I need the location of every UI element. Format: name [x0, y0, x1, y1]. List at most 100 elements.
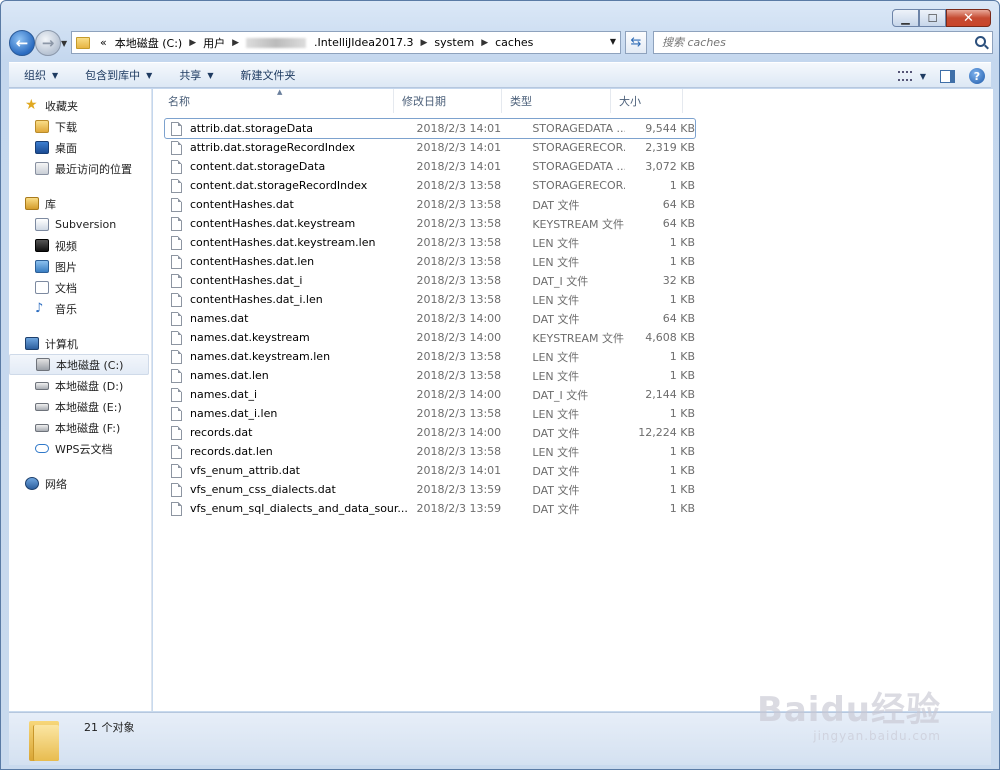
sidebar-item-drive-c[interactable]: 本地磁盘 (C:): [9, 354, 149, 375]
chevron-down-icon[interactable]: ▼: [920, 72, 926, 81]
breadcrumb-redacted-user[interactable]: [246, 37, 307, 48]
file-size: 3,072 KB: [645, 160, 695, 173]
preview-pane-icon[interactable]: [940, 69, 955, 83]
refresh-icon[interactable]: ⇆: [625, 31, 647, 54]
sidebar-item-recent[interactable]: 最近访问的位置: [9, 158, 151, 179]
file-row[interactable]: names.dat.keystream.len 2018/2/3 13:58 LEN…: [165, 347, 695, 366]
sidebar-item-videos[interactable]: 视频: [9, 235, 151, 256]
breadcrumb-users[interactable]: 用户: [199, 35, 229, 51]
organize-menu[interactable]: 组织 ▼: [9, 62, 70, 88]
file-row[interactable]: records.dat 2018/2/3 14:00 DAT 文件 12,224 KB: [165, 423, 695, 442]
sidebar-item-documents[interactable]: 文档: [9, 277, 151, 298]
system-drive-icon: [36, 358, 50, 371]
back-button[interactable]: ←: [9, 30, 35, 56]
chevron-right-icon[interactable]: ▶: [478, 38, 491, 48]
sidebar-item-music[interactable]: ♪ 音乐: [9, 298, 151, 319]
sidebar-item-wps-cloud[interactable]: WPS云文档: [9, 438, 151, 459]
sidebar-item-drive-d[interactable]: 本地磁盘 (D:): [9, 375, 151, 396]
file-row[interactable]: contentHashes.dat 2018/2/3 13:58 DAT 文件 64 …: [165, 195, 695, 214]
file-type: STORAGEDATA ...: [532, 160, 626, 173]
file-icon: [171, 406, 182, 421]
file-size: 1 KB: [669, 407, 695, 420]
file-date: 2018/2/3 13:58: [416, 350, 502, 363]
sidebar-item-label: 视频: [55, 239, 77, 253]
include-in-library-menu[interactable]: 包含到库中 ▼: [70, 62, 164, 88]
file-date: 2018/2/3 13:58: [416, 179, 502, 192]
sidebar-item-downloads[interactable]: 下载: [9, 116, 151, 137]
video-icon: [35, 239, 49, 252]
network-header[interactable]: 网络: [9, 473, 151, 494]
file-name: contentHashes.dat.keystream: [190, 217, 356, 230]
search-box[interactable]: [653, 31, 993, 54]
file-name: names.dat.len: [190, 369, 269, 382]
file-row[interactable]: contentHashes.dat_i.len 2018/2/3 13:58 LEN…: [165, 290, 695, 309]
file-row[interactable]: names.dat 2018/2/3 14:00 DAT 文件 64 KB: [165, 309, 695, 328]
breadcrumb-drive-c[interactable]: 本地磁盘 (C:): [111, 35, 186, 51]
breadcrumb-caches[interactable]: caches: [491, 36, 537, 49]
file-row[interactable]: contentHashes.dat_i 2018/2/3 13:58 DAT_I 文…: [165, 271, 695, 290]
file-row[interactable]: records.dat.len 2018/2/3 13:58 LEN 文件 1 KB: [165, 442, 695, 461]
file-row[interactable]: names.dat.len 2018/2/3 13:58 LEN 文件 1 KB: [165, 366, 695, 385]
libraries-header[interactable]: 库: [9, 193, 151, 214]
file-row[interactable]: names.dat_i.len 2018/2/3 13:58 LEN 文件 1 KB: [165, 404, 695, 423]
file-row[interactable]: attrib.dat.storageData 2018/2/3 14:01 STOR…: [164, 118, 696, 139]
sidebar-item-drive-f[interactable]: 本地磁盘 (F:): [9, 417, 151, 438]
file-type: LEN 文件: [532, 350, 580, 364]
chevron-right-icon[interactable]: ▶: [229, 38, 242, 48]
breadcrumb-system[interactable]: system: [430, 36, 478, 49]
sidebar-item-label: 本地磁盘 (F:): [55, 421, 121, 435]
sidebar-item-drive-e[interactable]: 本地磁盘 (E:): [9, 396, 151, 417]
file-icon: [171, 235, 182, 250]
file-date: 2018/2/3 13:58: [416, 407, 502, 420]
maximize-button[interactable]: ☐: [919, 9, 946, 27]
help-icon[interactable]: ?: [969, 68, 985, 84]
new-folder-button[interactable]: 新建文件夹: [225, 62, 307, 88]
sidebar-item-subversion[interactable]: Subversion: [9, 214, 151, 235]
file-date: 2018/2/3 13:58: [416, 445, 502, 458]
sidebar-item-pictures[interactable]: 图片: [9, 256, 151, 277]
file-row[interactable]: content.dat.storageRecordIndex 2018/2/3 1…: [165, 176, 695, 195]
file-row[interactable]: vfs_enum_sql_dialects_and_data_sour... 20…: [165, 499, 695, 518]
file-row[interactable]: vfs_enum_css_dialects.dat 2018/2/3 13:59 D…: [165, 480, 695, 499]
file-icon: [171, 330, 182, 345]
file-type: DAT 文件: [532, 464, 580, 478]
chevron-down-icon: ▼: [146, 70, 153, 80]
view-options-icon[interactable]: [897, 71, 912, 81]
file-size: 32 KB: [662, 274, 695, 287]
file-row[interactable]: contentHashes.dat.keystream 2018/2/3 13:5…: [165, 214, 695, 233]
column-header-size[interactable]: 大小: [611, 89, 683, 113]
address-bar[interactable]: « 本地磁盘 (C:) ▶ 用户 ▶ .IntelliJIdea2017.3 ▶…: [71, 31, 621, 54]
file-row[interactable]: contentHashes.dat.keystream.len 2018/2/3 …: [165, 233, 695, 252]
breadcrumb-overflow[interactable]: «: [96, 36, 111, 49]
sidebar-item-desktop[interactable]: 桌面: [9, 137, 151, 158]
file-row[interactable]: content.dat.storageData 2018/2/3 14:01 STO…: [165, 157, 695, 176]
file-date: 2018/2/3 14:01: [416, 160, 502, 173]
file-date: 2018/2/3 14:00: [416, 388, 502, 401]
search-icon[interactable]: [975, 36, 986, 47]
column-header-name[interactable]: 名称 ▲: [153, 88, 394, 113]
file-type: STORAGEDATA ...: [532, 122, 626, 135]
computer-label: 计算机: [45, 337, 78, 351]
recent-pages-dropdown-icon[interactable]: ▼: [61, 39, 67, 48]
computer-header[interactable]: 计算机: [9, 333, 151, 354]
forward-button[interactable]: →: [35, 30, 61, 56]
address-dropdown-icon[interactable]: ▼: [610, 37, 616, 46]
breadcrumb-intellij[interactable]: .IntelliJIdea2017.3: [310, 36, 417, 49]
share-menu[interactable]: 共享 ▼: [164, 62, 225, 88]
file-row[interactable]: names.dat.keystream 2018/2/3 14:00 KEYSTRE…: [165, 328, 695, 347]
close-button[interactable]: ✕: [946, 9, 991, 27]
file-size: 2,319 KB: [645, 141, 695, 154]
file-row[interactable]: names.dat_i 2018/2/3 14:00 DAT_I 文件 2,144 K…: [165, 385, 695, 404]
file-row[interactable]: attrib.dat.storageRecordIndex 2018/2/3 14…: [165, 138, 695, 157]
favorites-group: ★ 收藏夹 下载 桌面 最近访问的位置: [9, 95, 151, 179]
minimize-button[interactable]: ▁: [892, 9, 919, 27]
column-header-type[interactable]: 类型: [502, 89, 611, 113]
chevron-right-icon[interactable]: ▶: [417, 38, 430, 48]
file-row[interactable]: contentHashes.dat.len 2018/2/3 13:58 LEN 文…: [165, 252, 695, 271]
favorites-header[interactable]: ★ 收藏夹: [9, 95, 151, 116]
file-icon: [171, 311, 182, 326]
column-header-date[interactable]: 修改日期: [394, 89, 502, 113]
file-row[interactable]: vfs_enum_attrib.dat 2018/2/3 14:01 DAT 文件 1…: [165, 461, 695, 480]
search-input[interactable]: [662, 36, 962, 49]
chevron-right-icon[interactable]: ▶: [186, 38, 199, 48]
